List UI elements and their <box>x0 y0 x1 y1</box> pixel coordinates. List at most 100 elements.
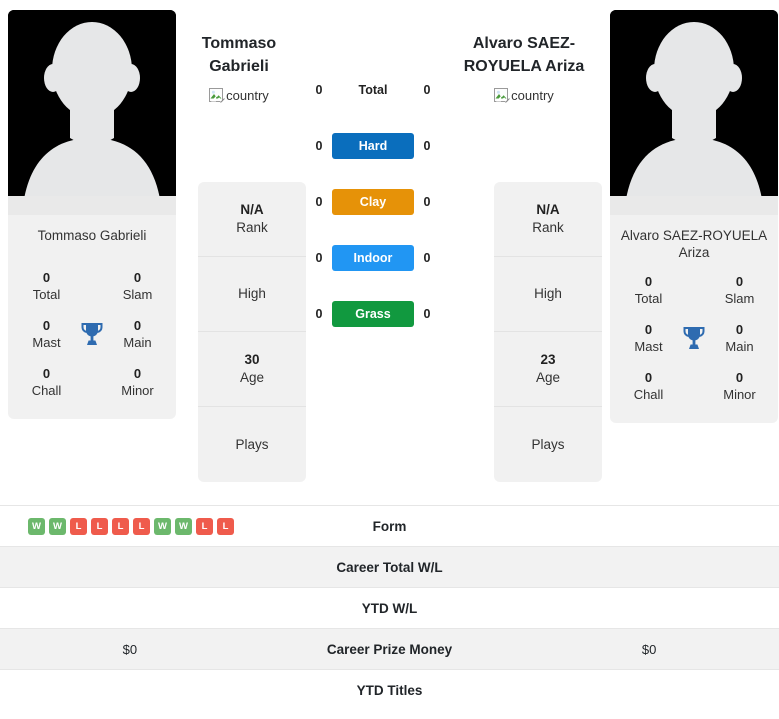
player-portrait-left <box>8 10 176 215</box>
title-stat-minor-value: 0 <box>133 366 142 381</box>
title-stat-chall: 0 Chall <box>620 369 677 403</box>
form-badge-loss: L <box>91 517 108 535</box>
titles-grid-left: 0 Total 0 Slam 0 Mast 0 Main 0 Chall 0 M… <box>8 267 176 419</box>
title-stat-mast: 0 Mast <box>620 321 677 355</box>
title-stat-chall-value: 0 <box>644 370 653 385</box>
comparison-top-section: Tommaso Gabrieli 0 Total 0 Slam 0 Mast 0… <box>0 0 779 492</box>
trophy-icon <box>75 321 109 347</box>
title-stat-main: 0 Main <box>109 317 166 351</box>
player-header-left: Tommaso Gabrieli country <box>184 32 294 107</box>
form-badge-loss: L <box>196 517 213 535</box>
h2h-row-hard: 0 Hard 0 <box>306 118 440 174</box>
title-stat-total-value: 0 <box>644 274 653 289</box>
broken-image-icon <box>494 87 511 104</box>
stat-label-career-total-wl: Career Total W/L <box>336 559 443 575</box>
info-age-label-right: Age <box>535 370 561 385</box>
h2h-total-right-value: 0 <box>423 83 431 97</box>
country-alt-text-left: country <box>226 88 269 103</box>
title-stat-main: 0 Main <box>711 321 768 355</box>
stat-row-form: WWLLLLWWLL Form <box>0 505 779 546</box>
title-stat-mast-value: 0 <box>644 322 653 337</box>
info-row-plays-right: Plays <box>494 407 602 482</box>
title-stat-slam: 0 Slam <box>711 273 768 307</box>
broken-image-icon <box>209 87 226 104</box>
head-to-head-column: 0 Total 0 0 Hard 0 0 Clay 0 0 Indoor 0 0 <box>306 0 440 342</box>
stat-row-ytd-titles: YTD Titles <box>0 669 779 710</box>
title-stat-minor-label: Minor <box>121 383 154 398</box>
title-stat-mast-label: Mast <box>634 339 663 354</box>
title-stat-slam-value: 0 <box>735 274 744 289</box>
h2h-total-left-value: 0 <box>315 83 323 97</box>
form-badge-loss: L <box>70 517 87 535</box>
stat-label-ytd-titles: YTD Titles <box>356 682 423 698</box>
player-header-name-right: Alvaro SAEZ-ROYUELA Ariza <box>463 35 585 75</box>
form-badge-win: W <box>175 517 192 535</box>
title-stat-total: 0 Total <box>620 273 677 307</box>
info-age-label-left: Age <box>239 370 265 385</box>
h2h-row-indoor: 0 Indoor 0 <box>306 230 440 286</box>
title-stat-slam-value: 0 <box>133 270 142 285</box>
h2h-clay-badge: Clay <box>332 189 414 215</box>
title-stat-main-label: Main <box>123 335 152 350</box>
title-stat-total-label: Total <box>32 287 61 302</box>
h2h-clay-right-value: 0 <box>423 195 431 209</box>
title-stat-main-value: 0 <box>735 322 744 337</box>
info-rank-label-right: Rank <box>532 220 564 235</box>
career-prize-money-right: $0 <box>641 641 657 657</box>
h2h-grass-right-value: 0 <box>423 307 431 321</box>
info-row-rank-left: N/A Rank <box>198 182 306 257</box>
title-stat-mast-value: 0 <box>42 318 51 333</box>
h2h-indoor-right-value: 0 <box>423 251 431 265</box>
h2h-total-label: Total <box>358 83 388 97</box>
stat-label-career-prize-money: Career Prize Money <box>326 641 453 657</box>
form-badge-win: W <box>49 517 66 535</box>
country-flag-right: country <box>460 84 588 107</box>
h2h-row-grass: 0 Grass 0 <box>306 286 440 342</box>
info-row-high-left: High <box>198 257 306 332</box>
info-age-value-left: 30 <box>244 352 260 367</box>
title-stat-total-label: Total <box>634 291 663 306</box>
title-stat-minor-label: Minor <box>723 387 756 402</box>
player-card-left[interactable]: Tommaso Gabrieli 0 Total 0 Slam 0 Mast 0… <box>8 10 176 419</box>
title-stat-slam: 0 Slam <box>109 269 166 303</box>
title-stat-slam-label: Slam <box>122 287 153 302</box>
player-portrait-right <box>610 10 778 215</box>
player-card-right[interactable]: Alvaro SAEZ-ROYUELA Ariza 0 Total 0 Slam… <box>610 10 778 423</box>
title-stat-minor-value: 0 <box>735 370 744 385</box>
info-plays-label-left: Plays <box>235 436 269 452</box>
h2h-hard-left-value: 0 <box>315 139 323 153</box>
info-row-age-left: 30 Age <box>198 332 306 407</box>
title-stat-mast: 0 Mast <box>18 317 75 351</box>
h2h-row-total: 0 Total 0 <box>306 62 440 118</box>
info-high-label-left: High <box>238 286 266 301</box>
country-flag-left: country <box>184 84 294 107</box>
title-stat-mast-label: Mast <box>32 335 61 350</box>
player-header-name-left: Tommaso Gabrieli <box>201 35 277 75</box>
info-high-label-right: High <box>534 286 562 301</box>
info-row-age-right: 23 Age <box>494 332 602 407</box>
form-badge-loss: L <box>217 517 234 535</box>
info-rank-value-right: N/A <box>536 202 560 217</box>
h2h-grass-badge: Grass <box>332 301 414 327</box>
form-badge-win: W <box>154 517 171 535</box>
country-alt-text-right: country <box>511 88 554 103</box>
h2h-indoor-left-value: 0 <box>315 251 323 265</box>
title-stat-chall: 0 Chall <box>18 365 75 399</box>
h2h-grass-left-value: 0 <box>315 307 323 321</box>
title-stat-total: 0 Total <box>18 269 75 303</box>
h2h-hard-badge: Hard <box>332 133 414 159</box>
player-comparison-page: Tommaso Gabrieli 0 Total 0 Slam 0 Mast 0… <box>0 0 779 719</box>
trophy-icon <box>677 325 711 351</box>
titles-grid-right: 0 Total 0 Slam 0 Mast 0 Main 0 Chall 0 M… <box>610 271 778 423</box>
form-badge-win: W <box>28 517 45 535</box>
h2h-hard-right-value: 0 <box>423 139 431 153</box>
title-stat-main-value: 0 <box>133 318 142 333</box>
title-stat-main-label: Main <box>725 339 754 354</box>
title-stat-slam-label: Slam <box>724 291 755 306</box>
stat-row-career-total-wl: Career Total W/L <box>0 546 779 587</box>
info-plays-label-right: Plays <box>531 436 565 452</box>
stat-row-ytd-wl: YTD W/L <box>0 587 779 628</box>
form-badge-loss: L <box>112 517 129 535</box>
stat-label-ytd-wl: YTD W/L <box>361 600 418 616</box>
info-card-right: N/A Rank High 23 Age Plays <box>494 182 602 482</box>
